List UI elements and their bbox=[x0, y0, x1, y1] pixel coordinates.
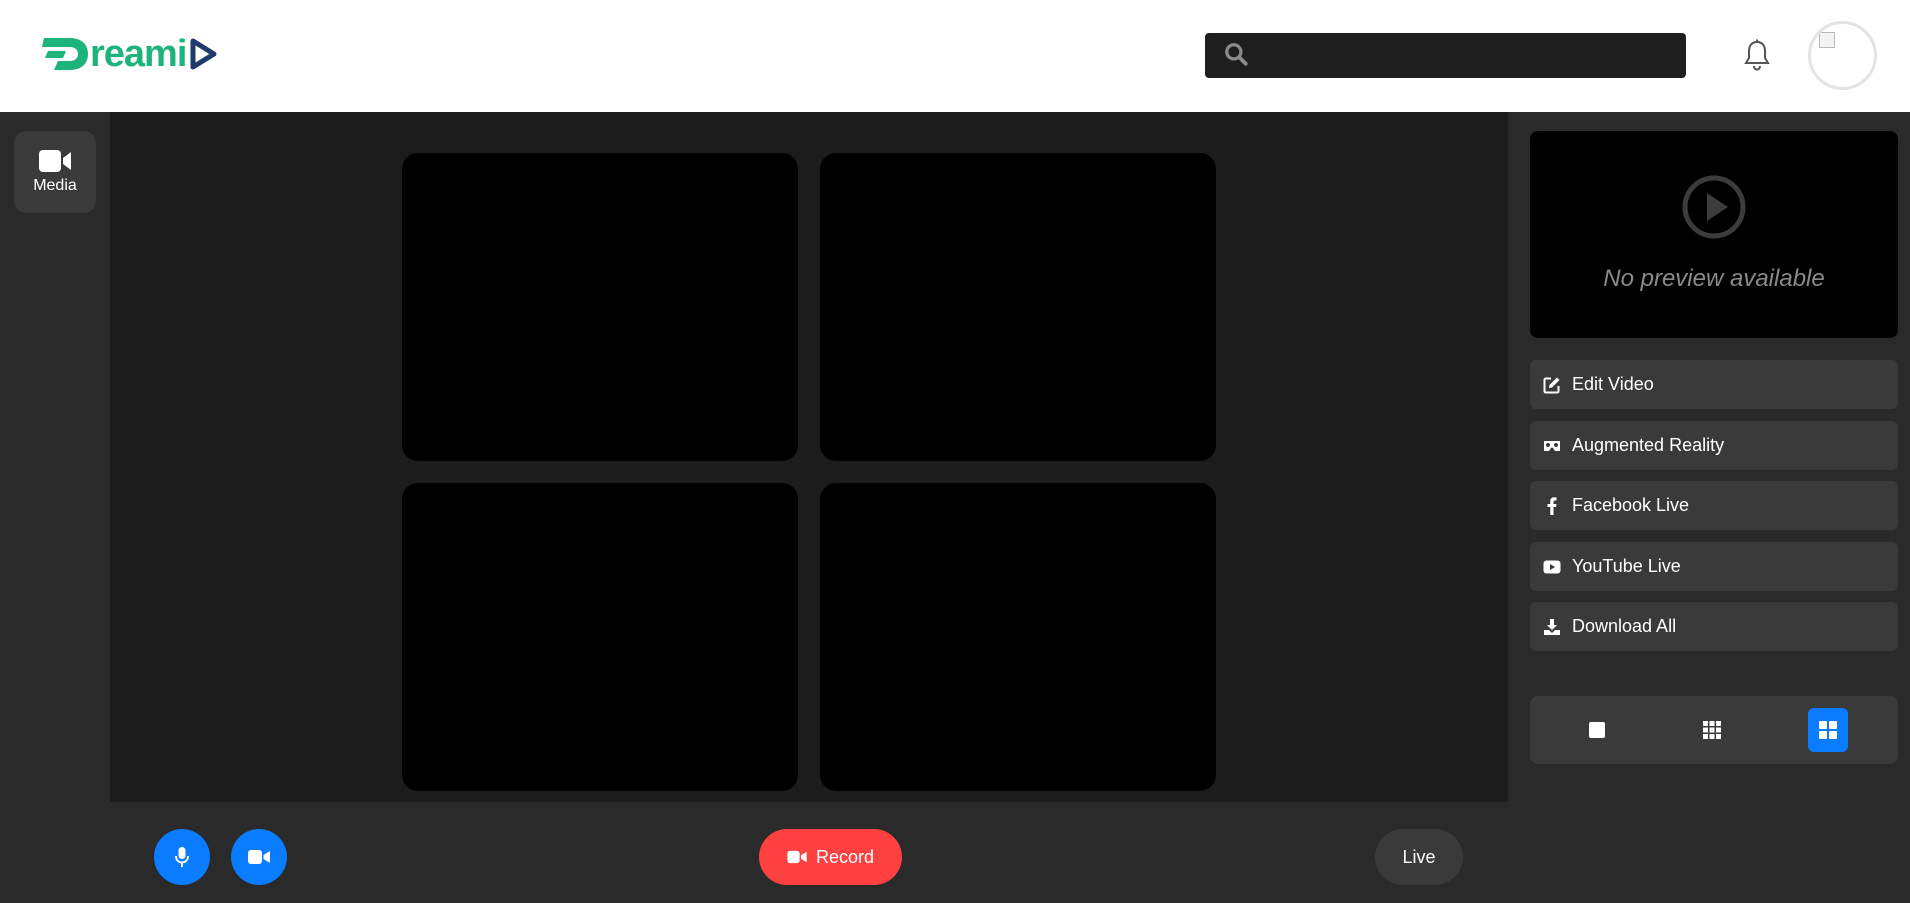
right-panel: No preview available Edit Video Augmente… bbox=[1508, 112, 1910, 903]
sidebar-item-media[interactable]: Media bbox=[14, 131, 96, 213]
video-tile-2[interactable] bbox=[820, 153, 1216, 461]
live-label: Live bbox=[1402, 846, 1436, 867]
square-icon bbox=[1589, 722, 1605, 738]
facebook-live-button[interactable]: Facebook Live bbox=[1530, 481, 1898, 530]
layout-switcher bbox=[1530, 696, 1898, 764]
video-tile-4[interactable] bbox=[820, 483, 1216, 791]
menu-item-label: Edit Video bbox=[1572, 374, 1654, 394]
video-stage bbox=[110, 112, 1508, 802]
grid-2x2-icon bbox=[1819, 721, 1837, 739]
play-circle-icon bbox=[1682, 175, 1746, 239]
augmented-reality-button[interactable]: Augmented Reality bbox=[1530, 421, 1898, 470]
layout-grid-2x2-button[interactable] bbox=[1808, 708, 1848, 752]
user-avatar[interactable] bbox=[1808, 21, 1877, 90]
bell-icon[interactable] bbox=[1742, 38, 1772, 72]
record-button[interactable]: Record bbox=[759, 829, 902, 885]
left-sidebar: Media bbox=[0, 112, 110, 903]
edit-video-button[interactable]: Edit Video bbox=[1530, 360, 1898, 409]
dreamio-logo[interactable]: reami bbox=[42, 34, 218, 74]
top-header: reami bbox=[0, 0, 1910, 112]
live-button[interactable]: Live bbox=[1375, 829, 1463, 885]
search-input[interactable] bbox=[1257, 33, 1677, 78]
grid-3x3-icon bbox=[1703, 721, 1721, 739]
layout-grid-3x3-button[interactable] bbox=[1692, 708, 1732, 752]
download-all-button[interactable]: Download All bbox=[1530, 602, 1898, 651]
facebook-icon bbox=[1542, 496, 1562, 516]
video-camera-icon bbox=[248, 850, 270, 864]
video-camera-icon bbox=[787, 850, 807, 864]
logo-d-mark bbox=[42, 38, 88, 70]
logo-play-icon bbox=[190, 38, 217, 70]
youtube-icon bbox=[1542, 557, 1562, 577]
edit-icon bbox=[1542, 375, 1562, 395]
menu-item-label: YouTube Live bbox=[1572, 556, 1681, 576]
sidebar-item-label: Media bbox=[33, 177, 77, 194]
menu-item-label: Download All bbox=[1572, 616, 1677, 636]
video-preview: No preview available bbox=[1530, 131, 1898, 338]
bottom-controls: Record Live bbox=[110, 802, 1508, 903]
video-tile-1[interactable] bbox=[402, 153, 798, 461]
broken-image-icon bbox=[1819, 32, 1835, 48]
download-icon bbox=[1542, 617, 1562, 637]
video-camera-icon bbox=[39, 150, 71, 172]
camera-button[interactable] bbox=[231, 829, 287, 885]
search-bar[interactable] bbox=[1205, 33, 1686, 78]
youtube-live-button[interactable]: YouTube Live bbox=[1530, 542, 1898, 591]
vr-cardboard-icon bbox=[1542, 436, 1562, 456]
layout-single-button[interactable] bbox=[1577, 708, 1617, 752]
menu-item-label: Augmented Reality bbox=[1572, 435, 1725, 455]
menu-item-label: Facebook Live bbox=[1572, 495, 1690, 515]
microphone-icon bbox=[175, 847, 189, 867]
no-preview-text: No preview available bbox=[1603, 265, 1825, 292]
search-icon bbox=[1225, 43, 1248, 66]
video-tile-3[interactable] bbox=[402, 483, 798, 791]
logo-text: reami bbox=[90, 33, 187, 75]
mic-button[interactable] bbox=[154, 829, 210, 885]
record-label: Record bbox=[815, 846, 875, 867]
